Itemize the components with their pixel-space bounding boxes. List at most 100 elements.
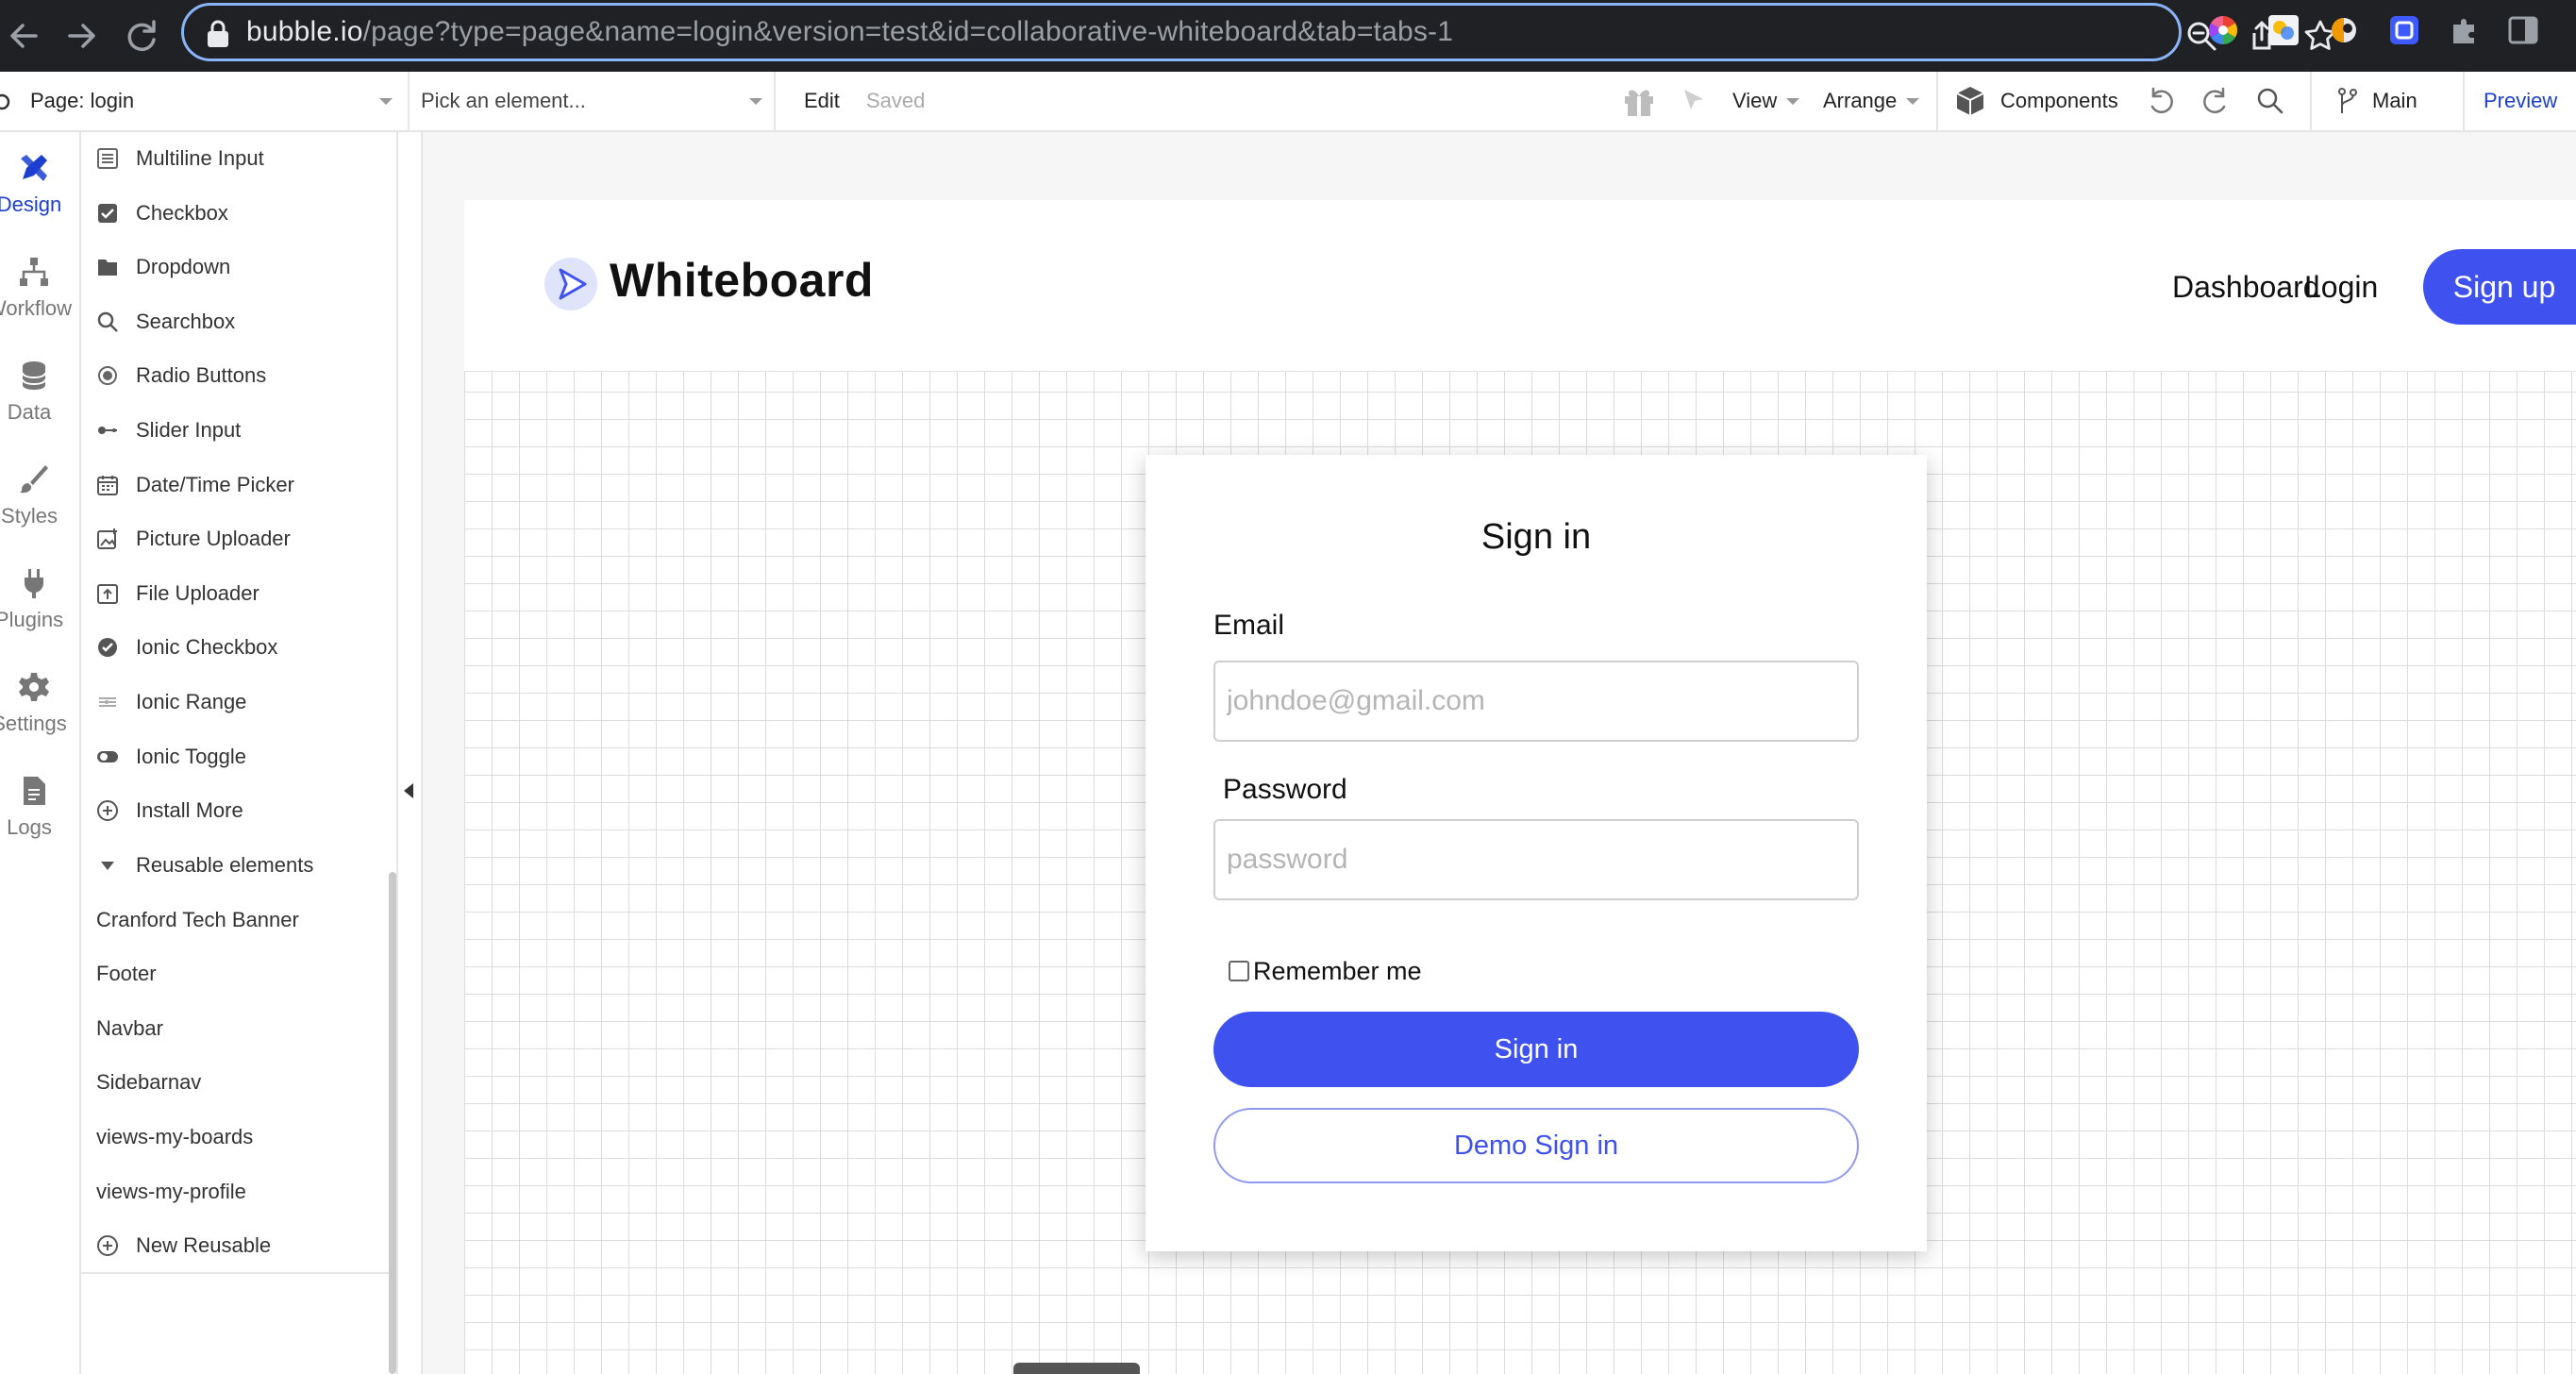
undo-icon[interactable]: [2146, 72, 2176, 130]
canvas-bottom-handle[interactable]: [1013, 1363, 1140, 1374]
arrange-menu[interactable]: Arrange: [1823, 72, 1920, 130]
collapse-left-icon[interactable]: [404, 783, 413, 798]
color-wheel-extension-icon[interactable]: [2206, 13, 2240, 47]
reload-icon[interactable]: [119, 13, 164, 59]
nav-login-link[interactable]: Login: [2304, 270, 2378, 305]
palette-item-ionic-checkbox[interactable]: Ionic Checkbox: [81, 621, 393, 674]
branch-selector[interactable]: Main: [2336, 72, 2417, 130]
rail-item-data[interactable]: Data: [0, 345, 79, 440]
element-picker[interactable]: Pick an element...: [410, 72, 774, 130]
palette-item-file-uploader[interactable]: File Uploader: [81, 567, 393, 620]
reusable-elements-header[interactable]: Reusable elements: [81, 839, 393, 892]
new-reusable-button[interactable]: New Reusable: [81, 1219, 393, 1272]
logo-text: Whiteboard: [610, 254, 874, 307]
blue-square-extension-icon[interactable]: [2387, 13, 2421, 47]
editor-toolbar: Page: login Pick an element... Edit Save…: [0, 72, 2576, 132]
redo-icon[interactable]: [2200, 72, 2231, 130]
branch-label: Main: [2372, 89, 2417, 112]
reusable-item[interactable]: Cranford Tech Banner: [81, 894, 393, 947]
multiline-input-icon: [96, 147, 119, 170]
gift-icon[interactable]: [1621, 72, 1657, 130]
half-moon-extension-icon[interactable]: [2327, 13, 2361, 47]
reusable-elements-label: Reusable elements: [136, 853, 314, 877]
palette-item-label: Ionic Toggle: [136, 745, 247, 768]
photo-extension-icon[interactable]: [2267, 13, 2300, 47]
signin-button[interactable]: Sign in: [1213, 1012, 1859, 1087]
palette-item-dropdown[interactable]: Dropdown: [81, 241, 393, 293]
palette-item-ionic-toggle[interactable]: Ionic Toggle: [81, 730, 393, 783]
radio-icon: [96, 364, 119, 387]
reusable-item-label: Sidebarnav: [96, 1070, 202, 1094]
reusable-item[interactable]: Sidebarnav: [81, 1056, 393, 1109]
page-canvas[interactable]: Whiteboard Dashboard Login Sign up Sign …: [464, 200, 2576, 1374]
chevron-down-icon: [379, 98, 393, 105]
components-button[interactable]: Components: [1953, 72, 2118, 130]
password-field[interactable]: [1213, 819, 1859, 900]
palette-item-date-time-picker[interactable]: Date/Time Picker: [81, 459, 393, 511]
rail-item-logs[interactable]: Logs: [0, 761, 79, 855]
preview-button[interactable]: Preview: [2484, 72, 2557, 130]
email-field[interactable]: [1213, 661, 1859, 742]
rail-item-workflow[interactable]: Workflow: [0, 242, 79, 336]
left-nav-rail: Design Workflow Data Styles Plugins Settings L…: [0, 132, 81, 1374]
reusable-item[interactable]: views-my-profile: [81, 1165, 393, 1218]
palette-item-searchbox[interactable]: Searchbox: [81, 295, 393, 348]
signup-button[interactable]: Sign up: [2423, 249, 2576, 325]
chevron-down-icon: [749, 98, 762, 105]
view-menu[interactable]: View: [1732, 72, 1800, 130]
design-brush-icon: [17, 151, 51, 185]
palette-item-checkbox[interactable]: Checkbox: [81, 187, 393, 240]
dropdown-icon: [96, 256, 119, 278]
url-text[interactable]: bubble.io/page?type=page&name=login&vers…: [246, 16, 1453, 48]
rail-item-styles[interactable]: Styles: [0, 449, 79, 544]
palette-collapse-handle[interactable]: [398, 132, 423, 1374]
components-label: Components: [2000, 89, 2118, 112]
rail-item-design[interactable]: Design: [0, 138, 79, 232]
element-palette: Multiline Input Checkbox Dropdown Searchbox…: [81, 132, 398, 1374]
saved-status: Saved: [866, 89, 926, 112]
nav-dashboard-link[interactable]: Dashboard: [2172, 270, 2320, 305]
palette-item-label: Ionic Range: [136, 690, 247, 713]
plus-circle-icon: [96, 799, 119, 822]
search-icon[interactable]: [2255, 72, 2285, 130]
puzzle-extensions-icon[interactable]: [2448, 13, 2482, 47]
new-reusable-label: New Reusable: [136, 1233, 272, 1257]
palette-item-label: Slider Input: [136, 418, 242, 442]
database-icon: [17, 359, 51, 393]
rail-label: Logs: [7, 815, 52, 839]
page-selector[interactable]: Page: login: [0, 72, 398, 130]
editor-canvas: Whiteboard Dashboard Login Sign up Sign …: [398, 132, 2576, 1374]
url-path: /page?type=page&name=login&version=test&…: [362, 16, 1454, 47]
palette-item-slider-input[interactable]: Slider Input: [81, 404, 393, 457]
chevron-down-icon: [1906, 97, 1920, 105]
edit-menu[interactable]: Edit: [804, 72, 840, 130]
remember-me-checkbox[interactable]: [1229, 961, 1249, 981]
rail-item-settings[interactable]: Settings: [0, 657, 79, 751]
side-panel-icon[interactable]: [2506, 13, 2540, 47]
palette-item-radio-buttons[interactable]: Radio Buttons: [81, 349, 393, 402]
ionic-checkbox-icon: [96, 636, 119, 659]
palette-item-multiline-input[interactable]: Multiline Input: [81, 132, 393, 185]
reusable-item[interactable]: Navbar: [81, 1002, 393, 1055]
palette-item-label: Radio Buttons: [136, 363, 267, 387]
rail-label: Styles: [1, 504, 58, 528]
toggle-icon: [96, 746, 119, 768]
branch-icon: [2338, 88, 2357, 113]
reusable-item-label: views-my-boards: [96, 1125, 254, 1148]
palette-item-install-more[interactable]: Install More: [81, 784, 393, 837]
arrange-menu-label: Arrange: [1823, 89, 1898, 112]
reusable-item[interactable]: views-my-boards: [81, 1111, 393, 1164]
rail-label: Design: [0, 193, 62, 216]
address-bar[interactable]: bubble.io/page?type=page&name=login&vers…: [181, 3, 2336, 61]
palette-item-picture-uploader[interactable]: Picture Uploader: [81, 512, 393, 565]
demo-signin-button[interactable]: Demo Sign in: [1213, 1108, 1859, 1183]
cursor-icon[interactable]: [1680, 72, 1708, 130]
reusable-item[interactable]: Footer: [81, 947, 393, 1000]
logo-play-icon: [544, 257, 598, 311]
forward-arrow-icon[interactable]: [59, 13, 104, 59]
page-selector-label: Page: login: [30, 89, 135, 112]
lock-icon[interactable]: [205, 19, 231, 49]
palette-item-ionic-range[interactable]: Ionic Range: [81, 676, 393, 729]
rail-item-plugins[interactable]: Plugins: [0, 553, 79, 647]
back-arrow-icon[interactable]: [2, 13, 47, 59]
